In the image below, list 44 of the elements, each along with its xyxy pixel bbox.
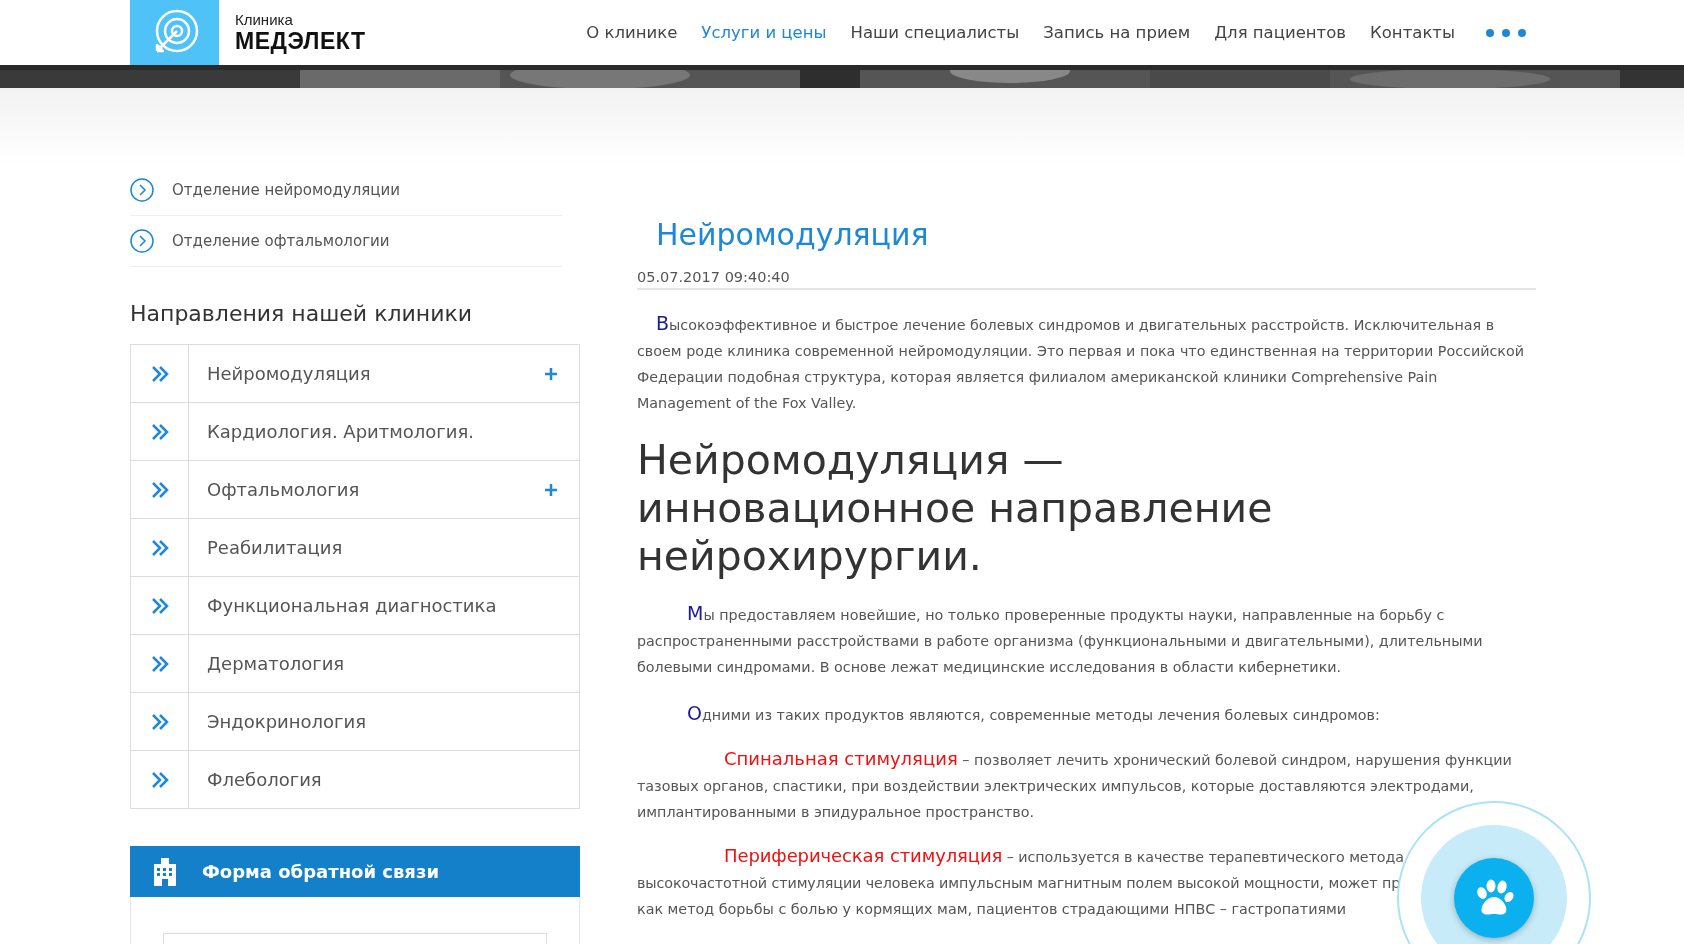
article-heading: Нейромодуляция — инновационное направление нейрохирургии.	[637, 436, 1274, 580]
double-chevron-icon	[150, 596, 169, 615]
chat-button[interactable]	[1454, 858, 1534, 938]
form-header: Форма обратной связи	[130, 846, 580, 897]
paragraph: Одними из таких продуктов являются, современные методы лечения болевых синдромов:	[686, 701, 1381, 726]
page-title: Нейромодуляция	[656, 217, 930, 254]
chevron-circle-icon	[130, 178, 154, 202]
nav-link[interactable]: Контакты	[1370, 23, 1455, 42]
nav-link[interactable]: Наши специалисты	[850, 23, 1020, 42]
hospital-icon	[154, 857, 176, 886]
menu-item[interactable]: Эндокринология	[189, 711, 579, 732]
post-date: 05.07.2017 09:40:40	[637, 269, 1536, 290]
nav-link[interactable]: Услуги и цены	[701, 23, 827, 42]
section-heading: Направления нашей клиники	[130, 301, 474, 326]
menu-item[interactable]: Кардиология. Аритмология.	[189, 421, 579, 442]
logo-caption: Клиника	[235, 10, 294, 28]
nav-link[interactable]: О клинике	[586, 23, 678, 42]
double-chevron-icon	[150, 364, 169, 383]
menu-item[interactable]: Функциональная диагностика	[189, 595, 579, 616]
paw-icon	[1474, 879, 1514, 917]
menu-item[interactable]: Офтальмология	[189, 479, 545, 500]
menu-item[interactable]: Флебология	[189, 769, 579, 790]
menu-item[interactable]: Реабилитация	[189, 537, 579, 558]
nav-link[interactable]: Запись на прием	[1043, 23, 1191, 42]
double-chevron-icon	[150, 654, 169, 673]
sidebar-link[interactable]: Отделение нейромодуляции	[130, 165, 562, 216]
double-chevron-icon	[150, 422, 169, 441]
sidebar-link[interactable]: Отделение офтальмологии	[130, 216, 562, 267]
double-chevron-icon	[150, 480, 169, 499]
paragraph: как метод борьбы с болью у кормящих мам, пациентов страдающими НПВС – гастропатиями	[637, 900, 1348, 919]
nav-link[interactable]: Для пациентов	[1214, 23, 1347, 42]
more-icon[interactable]	[1485, 27, 1527, 38]
menu-item[interactable]: Дерматология	[189, 653, 579, 674]
paragraph: Высокоэффективное и быстрое лечение болевых синдромов и двигательных расстройств. Исключительная в своем роде клиника современной нейромодуляции. Это первая и пока что единственная на территории Российской Федерации подобная структура, которая является филиалом американской клиники Comprehensive Pain Management of the Fox Valley.	[637, 311, 1526, 413]
paragraph: Спинальная стимуляция – позволяет лечить хронический болевой синдром, нарушения функции тазовых органов, спастики, при воздействии электрических импульсов, которые доставляются электродами, имплантированными в эпидуральное пространство.	[637, 747, 1513, 822]
menu-item[interactable]: Нейромодуляция	[189, 363, 545, 384]
double-chevron-icon	[150, 538, 169, 557]
logo-name: МЕДЭЛЕКТ	[235, 27, 365, 55]
double-chevron-icon	[150, 770, 169, 789]
plus-icon[interactable]	[545, 367, 557, 380]
double-chevron-icon	[150, 712, 169, 731]
paragraph: Мы предоставляем новейшие, но только проверенные продукты науки, направленные на борьбу с распространенными расстройствами в работе организма (функциональными и двигательными), длительными болевыми синдромами. В основе лежат медицинские исследования в области кибернетики.	[637, 601, 1484, 677]
plus-icon[interactable]	[545, 483, 557, 496]
chevron-circle-icon	[130, 229, 154, 253]
